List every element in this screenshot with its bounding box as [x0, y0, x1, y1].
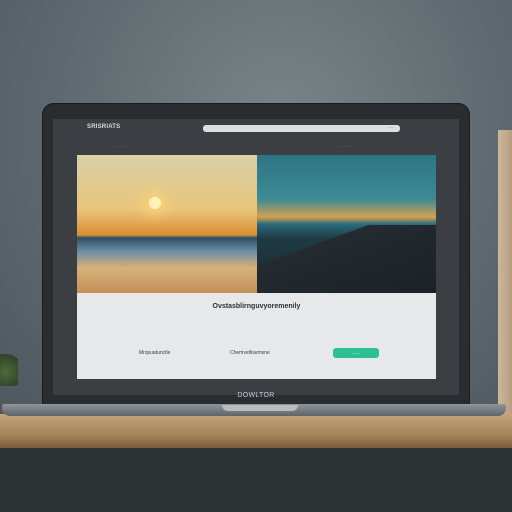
footer-link-1[interactable]: Mrqsuatunctle [139, 350, 170, 356]
laptop-hinge-notch [222, 405, 298, 411]
address-bar[interactable]: ····· [203, 125, 400, 132]
wooden-shelf [498, 130, 512, 420]
laptop-screen: SRISRIATS ····· —— ·· ——— ·· Ovstasblirn… [53, 119, 459, 395]
content-panel: Ovstasblirnguvyoremenily Mrqsuatunctle C… [77, 293, 436, 379]
sunset-beach-photo [77, 155, 257, 293]
sun-graphic [149, 197, 161, 209]
dark-shore [257, 225, 436, 293]
laptop-brand-label: DOWLTOR [237, 392, 275, 399]
footer-link-2[interactable]: Chemvetlisemsne [230, 350, 270, 356]
cta-button[interactable]: ——— [333, 348, 379, 358]
desk-surface [0, 414, 512, 448]
address-text: ····· [387, 125, 394, 130]
floor [0, 448, 512, 512]
hero-banner [77, 155, 436, 293]
site-logo[interactable]: SRISRIATS [87, 124, 120, 130]
browser-toolbar: SRISRIATS ····· [53, 119, 459, 139]
plant [0, 350, 18, 386]
nav-link-right[interactable]: ——— ·· [339, 143, 355, 148]
nav-link-left[interactable]: —— ·· [115, 143, 127, 148]
page-headline: Ovstasblirnguvyoremenily [212, 303, 301, 310]
